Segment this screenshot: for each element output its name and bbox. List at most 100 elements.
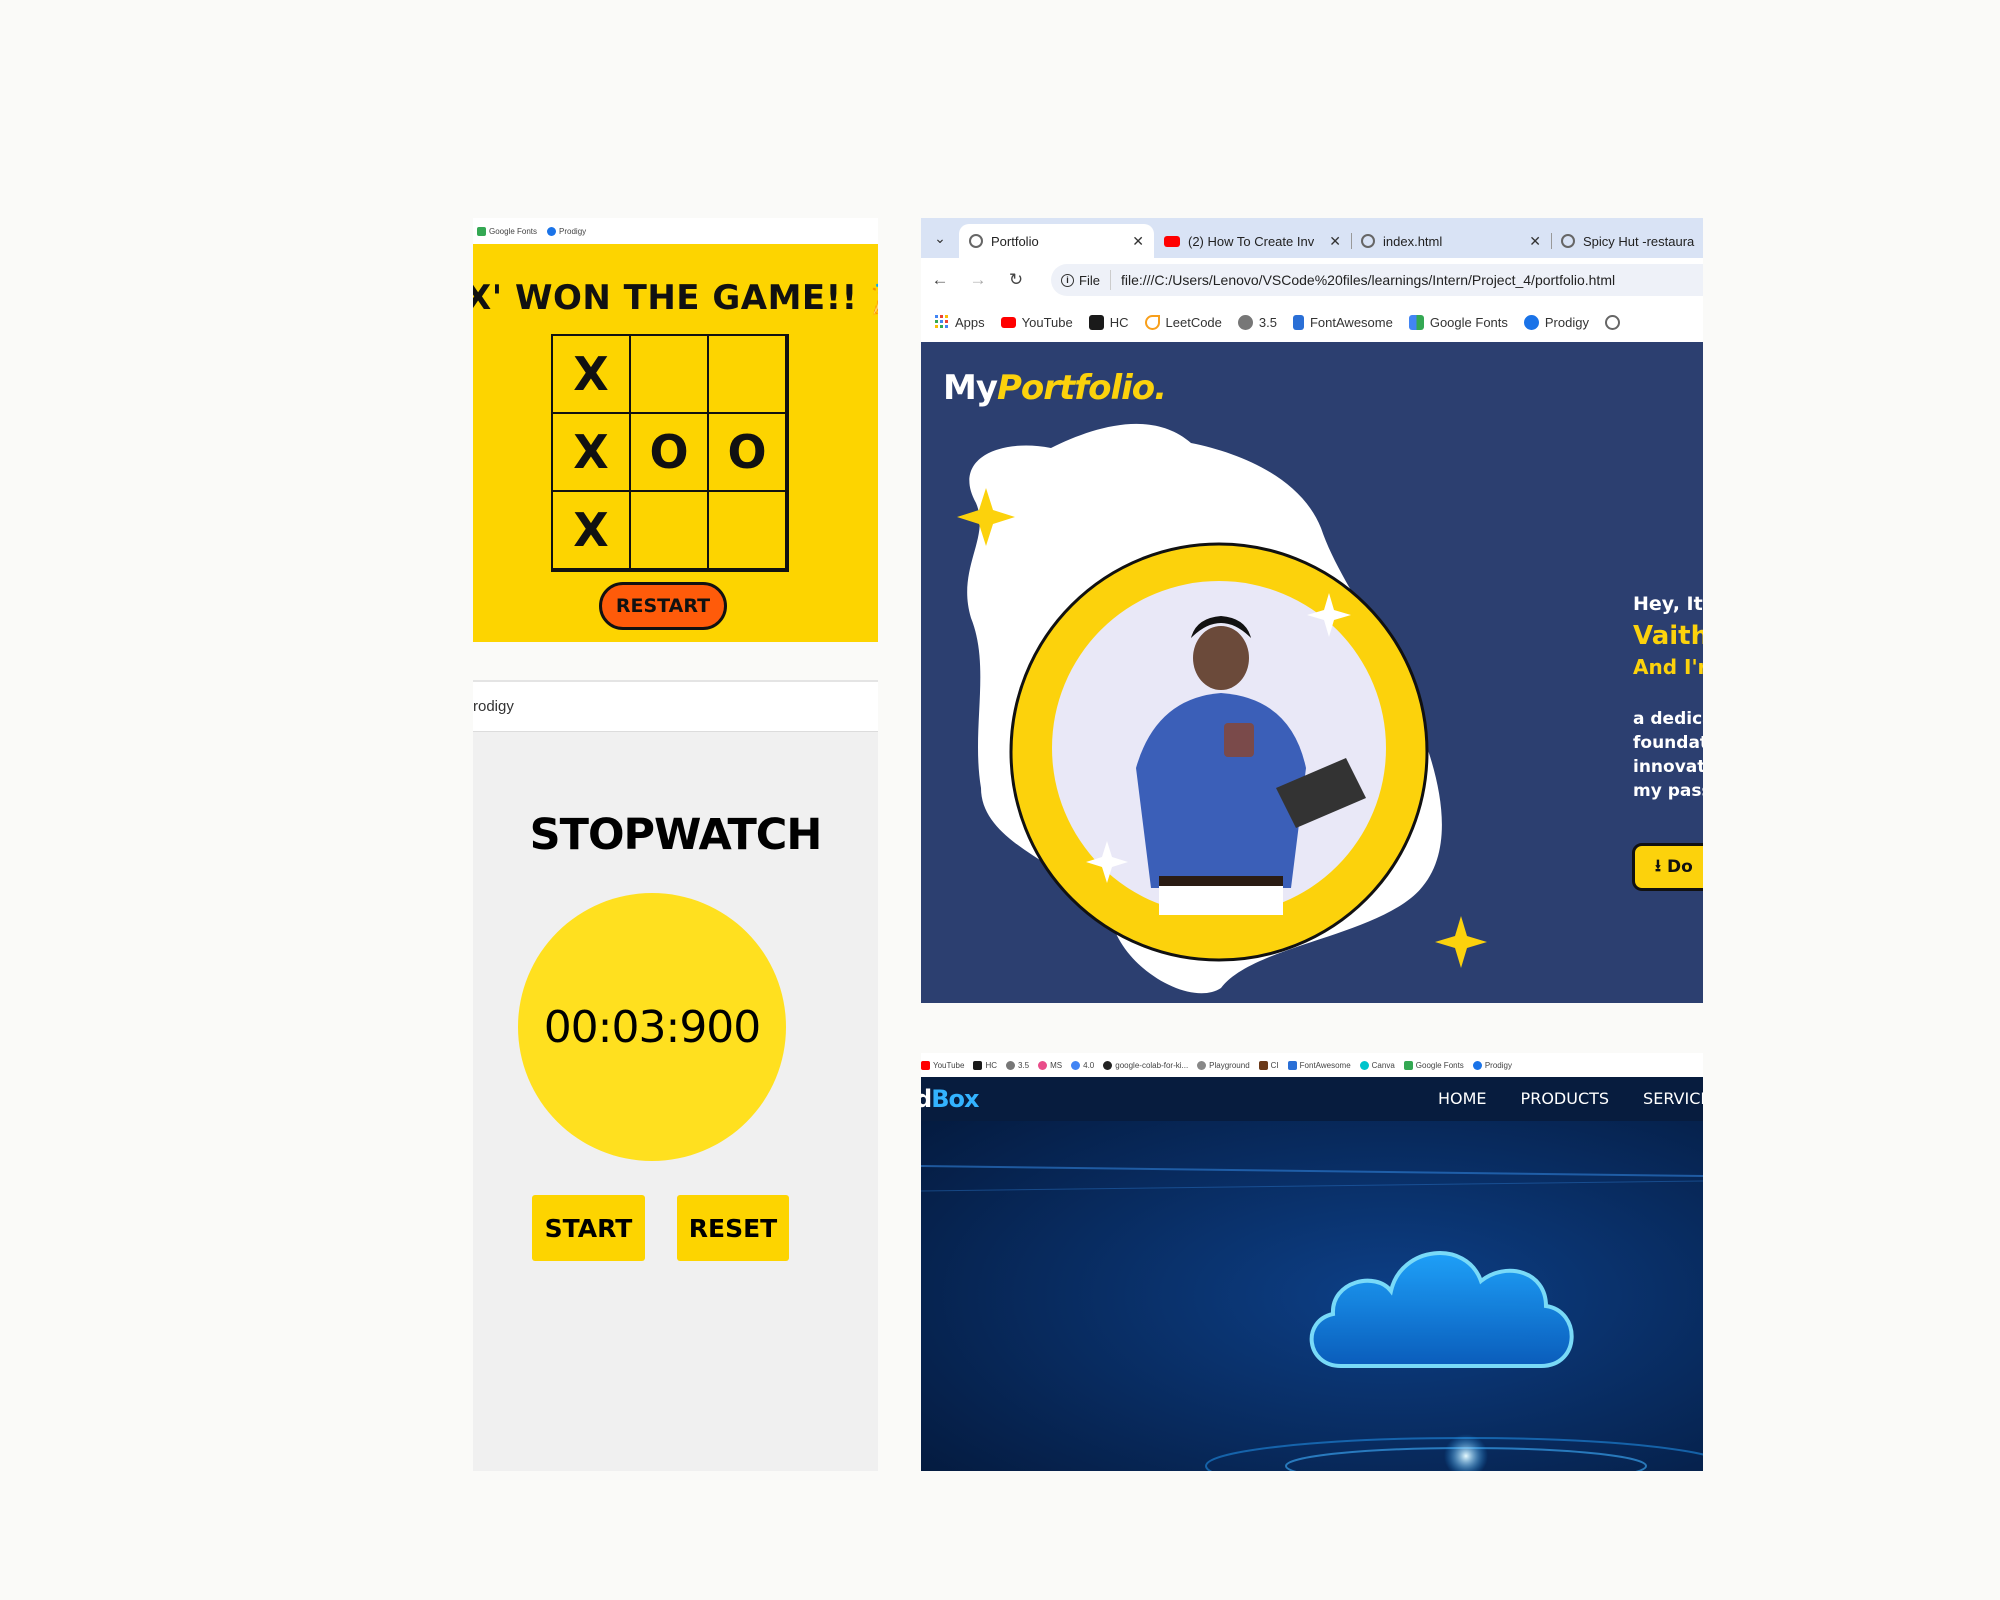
- bookmark-item[interactable]: CI: [1258, 1060, 1279, 1070]
- tab-search-dropdown[interactable]: ⌄: [921, 218, 959, 258]
- reload-icon[interactable]: ↻: [997, 270, 1035, 290]
- bookmarks-bar: Apps YouTube HC LeetCode 3.5 FontAwesome…: [921, 302, 1703, 342]
- prodigy-icon: [547, 226, 557, 236]
- tab-index[interactable]: index.html ✕: [1351, 224, 1551, 258]
- reset-button[interactable]: RESET: [677, 1195, 789, 1261]
- restart-button[interactable]: RESTART: [599, 582, 727, 630]
- tab-title: index.html: [1383, 233, 1443, 249]
- tab-strip: ⌄ Portfolio ✕ (2) How To Create Inv ✕ in…: [921, 218, 1703, 258]
- google-fonts-icon: [1408, 314, 1424, 330]
- board-cell[interactable]: [631, 492, 707, 568]
- close-icon[interactable]: ✕: [1132, 233, 1144, 250]
- bookmark-label: Prodigy: [559, 226, 587, 236]
- description-line: innovat: [1633, 757, 1703, 777]
- address-bar[interactable]: i File file:///C:/Users/Lenovo/VSCode%20…: [1051, 264, 1703, 296]
- globe-icon: [1604, 314, 1620, 330]
- download-icon: ⭳: [1655, 855, 1661, 876]
- bookmarks-bar: YouTube HC 3.5 MS 4.0 google-colab-for-k…: [921, 1053, 1703, 1077]
- menu-item-services[interactable]: SERVICES: [1643, 1089, 1703, 1108]
- youtube-icon: [921, 1060, 930, 1070]
- bookmark-item[interactable]: FontAwesome: [1287, 1060, 1351, 1070]
- openai-icon: [1197, 1060, 1207, 1070]
- close-icon[interactable]: ✕: [1329, 233, 1341, 250]
- bookmark-item[interactable]: MS: [1038, 1060, 1062, 1070]
- ms-icon: [1038, 1060, 1048, 1070]
- chevron-down-icon: ⌄: [934, 229, 946, 246]
- tictactoe-panel: Google Fonts Prodigy X' WON THE GAME!! 🎉…: [473, 218, 878, 642]
- flag-icon: [1292, 314, 1304, 330]
- time-readout: 00:03:900: [543, 1001, 762, 1053]
- bookmark-youtube[interactable]: YouTube: [1000, 315, 1073, 330]
- bookmark-fontawesome[interactable]: FontAwesome: [1292, 314, 1393, 330]
- brand-main: d: [921, 1085, 932, 1113]
- greeting-text: Hey, Itz: [1633, 593, 1703, 615]
- close-icon[interactable]: ✕: [1529, 233, 1541, 250]
- bookmark-item[interactable]: Playground: [1197, 1060, 1250, 1070]
- download-button[interactable]: ⭳ Do: [1632, 843, 1703, 891]
- bookmark-google-fonts[interactable]: Google Fonts: [1408, 314, 1508, 330]
- tab-title: (2) How To Create Inv: [1188, 233, 1315, 249]
- apps-grid-icon: [935, 315, 948, 328]
- flag-icon: [1287, 1060, 1297, 1070]
- party-popper-icon: 🎉: [870, 282, 878, 317]
- bookmark-hc[interactable]: HC: [1088, 314, 1129, 330]
- site-brand[interactable]: dBox: [921, 1085, 979, 1113]
- site-header: dBox HOME PRODUCTS SERVICES P: [921, 1077, 1703, 1121]
- bookmark-label: Prodigy: [1484, 1060, 1512, 1070]
- board-cell[interactable]: X: [553, 492, 629, 568]
- tab-youtube[interactable]: (2) How To Create Inv ✕: [1154, 224, 1351, 258]
- intro-text: Hey, Itz Vaith And I'r a dedica foundat …: [1633, 593, 1703, 803]
- globe-icon: [1561, 234, 1575, 248]
- bookmark-item[interactable]: 3.5: [1006, 1060, 1029, 1070]
- tab-title: Portfolio: [991, 233, 1039, 249]
- start-button[interactable]: START: [532, 1195, 645, 1261]
- board-cell[interactable]: [709, 492, 785, 568]
- bookmark-google-fonts[interactable]: Google Fonts: [477, 226, 537, 236]
- bookmark-item[interactable]: 4.0: [1071, 1060, 1094, 1070]
- bookmark-prodigy[interactable]: Prodigy: [547, 226, 587, 236]
- board-cell[interactable]: O: [709, 414, 785, 490]
- bookmark-chatgpt[interactable]: 3.5: [1237, 314, 1277, 330]
- scheme-label: File: [1079, 272, 1100, 288]
- bookmark-item[interactable]: google-colab-for-ki...: [1103, 1060, 1188, 1070]
- game-board: X X O O X: [551, 334, 789, 572]
- back-arrow-icon[interactable]: ←: [921, 270, 959, 290]
- tab-spicy-hut[interactable]: Spicy Hut -restaura: [1551, 224, 1703, 258]
- forward-arrow-icon[interactable]: →: [959, 270, 997, 290]
- hackerrank-icon: [973, 1060, 983, 1070]
- url-text[interactable]: file:///C:/Users/Lenovo/VSCode%20files/l…: [1111, 272, 1615, 288]
- globe-icon: [1361, 234, 1375, 248]
- menu-item-home[interactable]: HOME: [1438, 1089, 1487, 1108]
- name-text: Vaith: [1633, 621, 1703, 651]
- bookmark-label: Prodigy: [1544, 314, 1589, 330]
- board-cell[interactable]: O: [631, 414, 707, 490]
- bookmark-label: FontAwesome: [1299, 1060, 1351, 1070]
- board-cell[interactable]: [631, 336, 707, 412]
- site-info-chip[interactable]: i File: [1051, 270, 1111, 290]
- google-fonts-icon: [477, 226, 486, 236]
- board-cell[interactable]: X: [553, 414, 629, 490]
- cloud-hero-image: [921, 1121, 1703, 1471]
- bookmark-item[interactable]: Canva: [1359, 1060, 1395, 1070]
- menu-item-products[interactable]: PRODUCTS: [1521, 1089, 1610, 1108]
- cloudbox-panel: YouTube HC 3.5 MS 4.0 google-colab-for-k…: [921, 1053, 1703, 1471]
- bookmark-item[interactable]: Google Fonts: [1403, 1060, 1464, 1070]
- bookmark-item[interactable]: Prodigy: [1472, 1060, 1512, 1070]
- bookmark-item[interactable]: HC: [973, 1060, 997, 1070]
- board-cell[interactable]: [709, 336, 785, 412]
- bookmark-label: CI: [1270, 1060, 1279, 1070]
- win-message-text: X' WON THE GAME!!: [473, 278, 858, 318]
- bookmark-leetcode[interactable]: LeetCode: [1144, 314, 1222, 330]
- bookmark-label: Canva: [1371, 1060, 1395, 1070]
- download-label: Do: [1666, 857, 1693, 877]
- stopwatch-display: 00:03:900: [518, 893, 786, 1161]
- tab-portfolio[interactable]: Portfolio ✕: [959, 224, 1154, 258]
- bookmark-apps[interactable]: Apps: [935, 315, 985, 330]
- bookmark-item[interactable]: YouTube: [921, 1060, 964, 1070]
- portfolio-logo[interactable]: MyPortfolio.: [943, 368, 1167, 408]
- bookmark-prodigy[interactable]: Prodigy: [1523, 314, 1589, 330]
- navigation-bar: ← → ↻ i File file:///C:/Users/Lenovo/VSC…: [921, 258, 1703, 302]
- bookmark-label: Google Fonts: [1429, 314, 1508, 330]
- board-cell[interactable]: X: [553, 336, 629, 412]
- bookmark-globe[interactable]: [1604, 314, 1620, 330]
